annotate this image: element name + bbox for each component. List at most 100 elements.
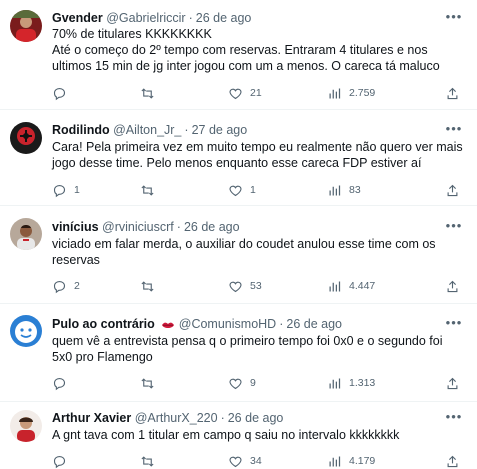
separator-dot: · <box>188 11 193 25</box>
reply-icon <box>53 87 66 100</box>
retweet-button[interactable] <box>140 452 162 469</box>
like-button[interactable]: 53 <box>228 277 262 295</box>
user-handle[interactable]: @ArthurX_220 <box>135 411 218 425</box>
tweet[interactable]: Pulo ao contrário @ComunismoHD · 26 de ago… <box>0 304 477 402</box>
tweet[interactable]: Gvender @Gabrielriccir · 26 de ago ••• 70%… <box>0 0 477 110</box>
user-handle[interactable]: @Gabrielriccir <box>106 11 185 25</box>
tweet-header: Gvender @Gabrielriccir · 26 de ago <box>52 10 447 26</box>
separator-dot: · <box>220 411 225 425</box>
reply-button[interactable]: 1 <box>52 181 80 199</box>
reply-button[interactable]: 2 <box>52 277 80 295</box>
views-button[interactable]: 4.179 <box>327 452 375 469</box>
retweet-icon <box>141 377 154 389</box>
tweet[interactable]: vinícius @rviniciuscrf · 26 de ago ••• vic… <box>0 206 477 304</box>
heart-icon <box>229 88 242 99</box>
display-name[interactable]: Pulo ao contrário <box>52 317 155 331</box>
retweet-button[interactable] <box>140 374 162 392</box>
more-icon[interactable]: ••• <box>445 316 463 334</box>
tweet-actions: 34 4.179 <box>52 452 463 469</box>
display-name[interactable]: vinícius <box>52 220 99 234</box>
reply-icon <box>53 280 66 293</box>
display-name[interactable]: Rodilindo <box>52 123 110 137</box>
avatar[interactable] <box>10 410 42 442</box>
like-button[interactable]: 21 <box>228 84 262 102</box>
retweet-icon <box>141 184 154 196</box>
share-button[interactable] <box>445 84 460 102</box>
like-count: 34 <box>250 455 262 467</box>
views-button[interactable]: 4.447 <box>327 277 375 295</box>
tweet-text: Cara! Pela primeira vez em muito tempo e… <box>52 140 463 170</box>
like-button[interactable]: 34 <box>228 452 262 469</box>
tweet-header: Rodilindo @Ailton_Jr_ · 27 de ago <box>52 122 447 138</box>
tweet[interactable]: Arthur Xavier @ArthurX_220 · 26 de ago •••… <box>0 402 477 469</box>
heart-icon <box>229 378 242 389</box>
tweet-date[interactable]: 26 de ago <box>286 317 342 331</box>
user-handle[interactable]: @rviniciuscrf <box>102 220 174 234</box>
tweet-actions: 2 53 4.447 <box>52 277 463 295</box>
views-count: 4.179 <box>349 455 376 467</box>
views-count: 2.759 <box>349 87 376 99</box>
display-name[interactable]: Gvender <box>52 11 103 25</box>
avatar[interactable] <box>10 122 42 154</box>
user-handle[interactable]: @Ailton_Jr_ <box>113 123 181 137</box>
retweet-button[interactable] <box>140 277 162 295</box>
avatar[interactable] <box>10 10 42 42</box>
tweet-header: Arthur Xavier @ArthurX_220 · 26 de ago <box>52 410 447 426</box>
heart-icon <box>229 185 242 196</box>
views-button[interactable]: 1.313 <box>327 374 375 392</box>
separator-dot: · <box>176 220 181 234</box>
like-count: 21 <box>250 87 262 99</box>
more-icon[interactable]: ••• <box>445 219 463 237</box>
reply-icon <box>53 184 66 197</box>
views-icon <box>329 185 341 195</box>
share-icon <box>447 87 458 99</box>
share-button[interactable] <box>445 181 460 199</box>
tweet-header: Pulo ao contrário @ComunismoHD · 26 de ago <box>52 316 447 334</box>
more-icon[interactable]: ••• <box>445 410 463 428</box>
display-name[interactable]: Arthur Xavier <box>52 411 131 425</box>
views-button[interactable]: 83 <box>327 181 361 199</box>
views-icon <box>329 378 341 388</box>
tweet[interactable]: Rodilindo @Ailton_Jr_ · 27 de ago ••• Cara… <box>0 110 477 206</box>
views-count: 1.313 <box>349 377 376 389</box>
share-button[interactable] <box>445 277 460 295</box>
tweet-date[interactable]: 26 de ago <box>184 220 240 234</box>
avatar[interactable] <box>10 218 42 250</box>
reply-button[interactable] <box>52 374 74 392</box>
separator-dot: · <box>279 317 284 331</box>
reply-icon <box>53 377 66 390</box>
views-icon <box>329 456 341 466</box>
share-icon <box>447 455 458 467</box>
retweet-button[interactable] <box>140 84 162 102</box>
reply-count: 2 <box>74 280 80 292</box>
reply-count: 1 <box>74 184 80 196</box>
reply-button[interactable] <box>52 84 74 102</box>
user-handle[interactable]: @ComunismoHD <box>179 317 276 331</box>
views-count: 4.447 <box>349 280 376 292</box>
tweet-date[interactable]: 27 de ago <box>192 123 248 137</box>
tweet-date[interactable]: 26 de ago <box>228 411 284 425</box>
retweet-icon <box>141 280 154 292</box>
heart-icon <box>229 456 242 467</box>
avatar[interactable] <box>10 315 42 347</box>
retweet-icon <box>141 87 154 99</box>
share-icon <box>447 184 458 196</box>
separator-dot: · <box>184 123 189 137</box>
more-icon[interactable]: ••• <box>445 122 463 140</box>
tweet-actions: 1 1 83 <box>52 181 463 199</box>
like-button[interactable]: 9 <box>228 374 256 392</box>
reply-icon <box>53 455 66 468</box>
views-icon <box>329 88 341 98</box>
like-count: 53 <box>250 280 262 292</box>
retweet-button[interactable] <box>140 181 162 199</box>
tweet-text: quem vê a entrevista pensa q o primeiro … <box>52 334 443 364</box>
reply-button[interactable] <box>52 452 74 469</box>
like-button[interactable]: 1 <box>228 181 256 199</box>
tweet-header: vinícius @rviniciuscrf · 26 de ago <box>52 219 447 235</box>
tweet-actions: 21 2.759 <box>52 84 463 102</box>
views-button[interactable]: 2.759 <box>327 84 375 102</box>
share-button[interactable] <box>445 452 460 469</box>
tweet-date[interactable]: 26 de ago <box>196 11 252 25</box>
retweet-icon <box>141 455 154 467</box>
share-button[interactable] <box>445 374 460 392</box>
